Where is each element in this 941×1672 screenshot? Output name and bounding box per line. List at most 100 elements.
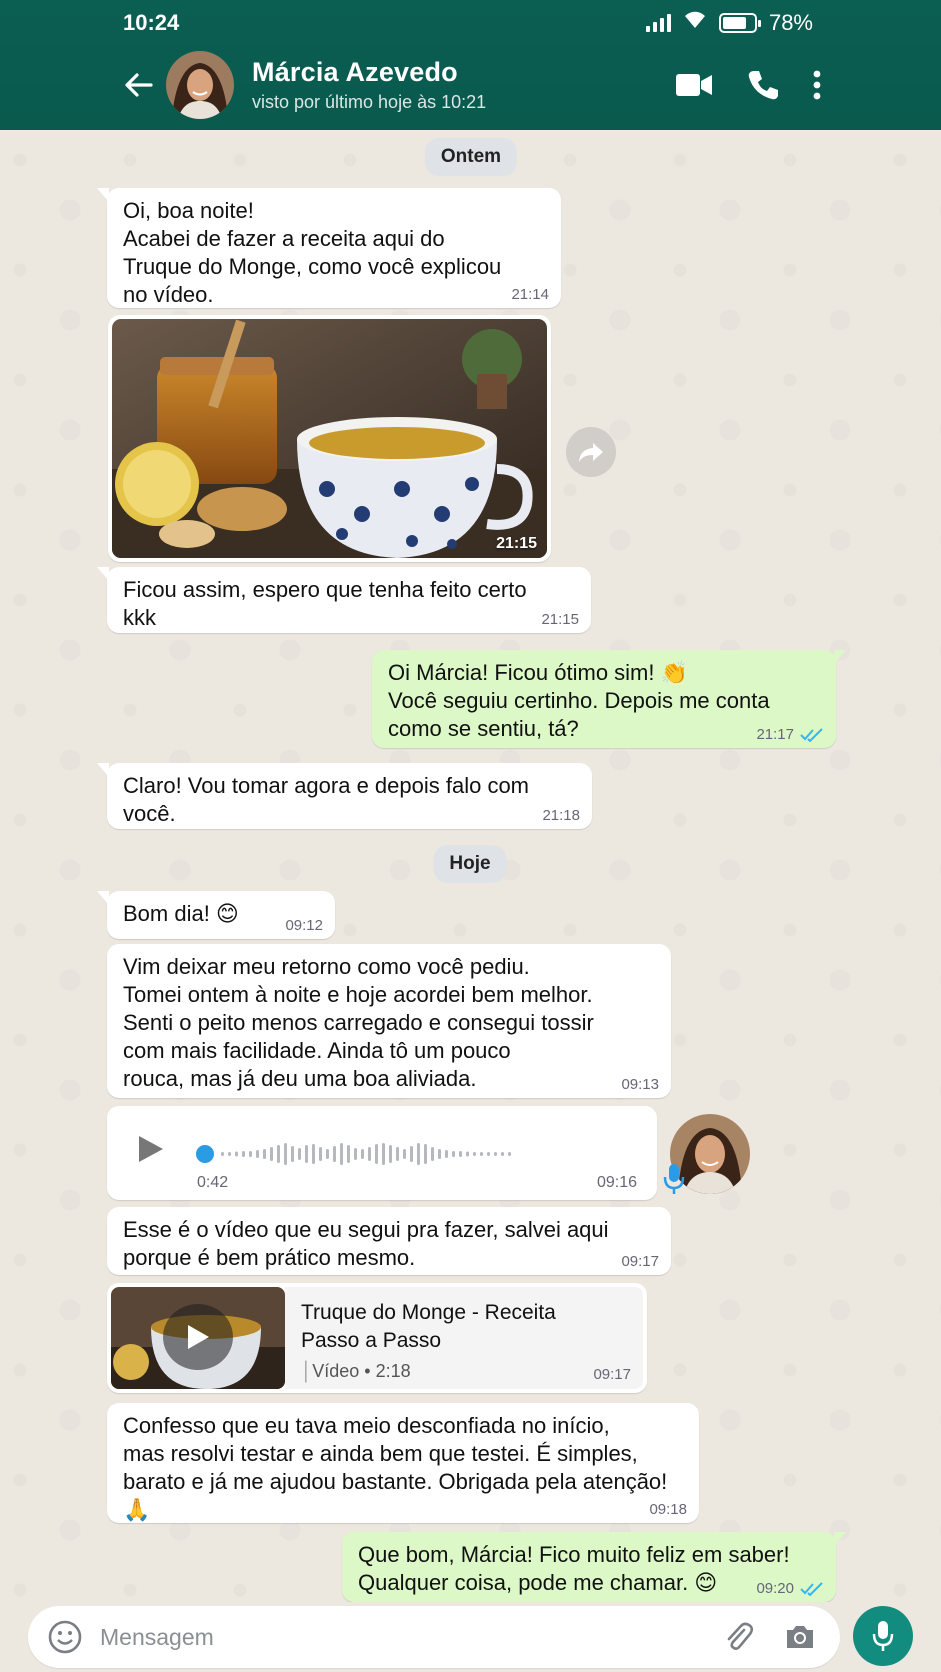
play-icon[interactable] <box>137 1134 165 1169</box>
video-info: │Vídeo • 2:18 <box>301 1361 411 1381</box>
message-time: 09:17 <box>621 1253 659 1270</box>
chat-header: Márcia Azevedo visto por último hoje às … <box>118 50 821 120</box>
message-incoming[interactable]: Oi, boa noite! Acabei de fazer a receita… <box>97 188 561 308</box>
message-input[interactable] <box>100 1623 724 1651</box>
video-call-icon[interactable] <box>675 72 713 98</box>
waveform-bar <box>354 1148 357 1160</box>
message-incoming[interactable]: Esse é o vídeo que eu segui pra fazer, s… <box>107 1207 671 1275</box>
message-text: Vim deixar meu retorno como você pediu. … <box>123 954 594 1091</box>
message-text: Confesso que eu tava meio desconfiada no… <box>123 1413 668 1522</box>
status-time: 10:24 <box>123 10 180 35</box>
waveform-bar <box>494 1152 497 1156</box>
waveform-bar <box>438 1149 441 1159</box>
waveform-bar <box>270 1147 273 1161</box>
attach-icon[interactable] <box>724 1621 754 1653</box>
date-separator-yesterday: Ontem <box>424 138 518 176</box>
waveform-bar <box>480 1152 483 1156</box>
waveform-bar <box>368 1147 371 1161</box>
message-time: 09:17 <box>593 1366 631 1383</box>
waveform-bar <box>291 1146 294 1162</box>
waveform-bar <box>340 1143 343 1165</box>
video-title: Truque do Monge - Receita Passo a Passo <box>301 1301 556 1352</box>
message-incoming[interactable]: Vim deixar meu retorno como você pediu. … <box>107 944 671 1098</box>
forward-icon[interactable] <box>566 427 616 477</box>
waveform-bar <box>347 1145 350 1163</box>
contact-name: Márcia Azevedo <box>252 57 458 87</box>
message-time: 21:15 <box>541 611 579 628</box>
waveform-bar <box>312 1144 315 1164</box>
input-bar <box>0 1602 941 1672</box>
video-link-message[interactable]: Truque do Monge - Receita Passo a Passo … <box>107 1283 647 1393</box>
contact-avatar[interactable] <box>166 51 234 119</box>
video-link-details[interactable]: Truque do Monge - Receita Passo a Passo … <box>285 1287 643 1389</box>
message-text: Ficou assim, espero que tenha feito cert… <box>123 577 527 630</box>
message-incoming[interactable]: Claro! Vou tomar agora e depois falo com… <box>97 763 592 829</box>
mic-button[interactable] <box>853 1606 913 1666</box>
emoji-icon[interactable] <box>48 1620 82 1654</box>
waveform-bar <box>396 1147 399 1161</box>
waveform-bar <box>445 1150 448 1158</box>
image-message[interactable]: 21:15 <box>108 315 551 562</box>
message-time: 21:15 <box>496 535 537 552</box>
waveform-bar <box>235 1151 238 1157</box>
contact-info[interactable]: Márcia Azevedo visto por último hoje às … <box>252 57 675 113</box>
waveform-bar <box>452 1151 455 1157</box>
waveform-bar <box>403 1149 406 1159</box>
message-time: 21:18 <box>542 807 580 824</box>
waveform-bar <box>459 1151 462 1157</box>
waveform-bar <box>319 1147 322 1161</box>
message-text: Claro! Vou tomar agora e depois falo com… <box>123 773 530 826</box>
waveform-bar <box>473 1152 476 1156</box>
battery-icon <box>718 13 761 33</box>
message-time: 21:17 <box>756 726 794 743</box>
waveform-bar <box>361 1149 364 1159</box>
message-incoming[interactable]: Confesso que eu tava meio desconfiada no… <box>107 1403 699 1523</box>
microphone-icon <box>663 1162 685 1201</box>
voice-progress-dot <box>196 1145 214 1163</box>
last-seen: visto por último hoje às 10:21 <box>252 92 487 112</box>
waveform-bar <box>263 1149 266 1159</box>
waveform-bar <box>389 1145 392 1163</box>
message-text: Que bom, Márcia! Fico muito feliz em sab… <box>358 1542 790 1595</box>
waveform-bar <box>417 1143 420 1165</box>
waveform-bar <box>508 1152 511 1156</box>
waveform-bar <box>242 1151 245 1157</box>
voice-waveform[interactable] <box>195 1136 635 1172</box>
waveform-bar <box>298 1148 301 1160</box>
message-text: Oi Márcia! Ficou ótimo sim! 👏 Você segui… <box>388 660 770 741</box>
waveform-bar <box>228 1152 231 1156</box>
double-check-icon <box>800 728 824 742</box>
message-outgoing[interactable]: Oi Márcia! Ficou ótimo sim! 👏 Você segui… <box>372 650 846 748</box>
message-incoming[interactable]: Ficou assim, espero que tenha feito cert… <box>97 567 591 633</box>
status-bar: 10:24 78% <box>123 8 813 36</box>
signal-icon <box>645 14 671 32</box>
message-time: 09:13 <box>621 1076 659 1093</box>
video-thumbnail[interactable] <box>111 1287 285 1389</box>
waveform-bar <box>284 1143 287 1165</box>
tea-photo[interactable] <box>112 319 547 558</box>
message-incoming[interactable]: Bom dia! 😊 09:12 <box>97 891 335 939</box>
play-icon[interactable] <box>163 1304 233 1370</box>
message-text: Esse é o vídeo que eu segui pra fazer, s… <box>123 1217 609 1270</box>
waveform-bar <box>249 1151 252 1157</box>
waveform-bar <box>277 1145 280 1163</box>
message-time: 21:14 <box>511 286 549 303</box>
camera-icon[interactable] <box>784 1623 816 1651</box>
waveform-bar <box>256 1150 259 1158</box>
waveform-bar <box>305 1145 308 1163</box>
waveform-bar <box>431 1147 434 1161</box>
voice-message[interactable]: 0:42 09:16 <box>107 1106 750 1200</box>
wifi-icon <box>683 10 707 36</box>
message-outgoing[interactable]: Que bom, Márcia! Fico muito feliz em sab… <box>342 1532 846 1602</box>
waveform-bar <box>333 1146 336 1162</box>
waveform-bar <box>326 1149 329 1159</box>
waveform-bar <box>410 1146 413 1162</box>
more-vert-icon[interactable] <box>813 70 821 100</box>
back-arrow-icon[interactable] <box>118 65 158 105</box>
waveform-bar <box>487 1152 490 1156</box>
top-bar: 10:24 78% Márcia Azevedo visto por últim… <box>0 0 941 130</box>
date-separator-today: Hoje <box>433 845 507 883</box>
phone-icon[interactable] <box>747 69 779 101</box>
message-field <box>28 1606 840 1668</box>
waveform-bar <box>466 1151 469 1157</box>
